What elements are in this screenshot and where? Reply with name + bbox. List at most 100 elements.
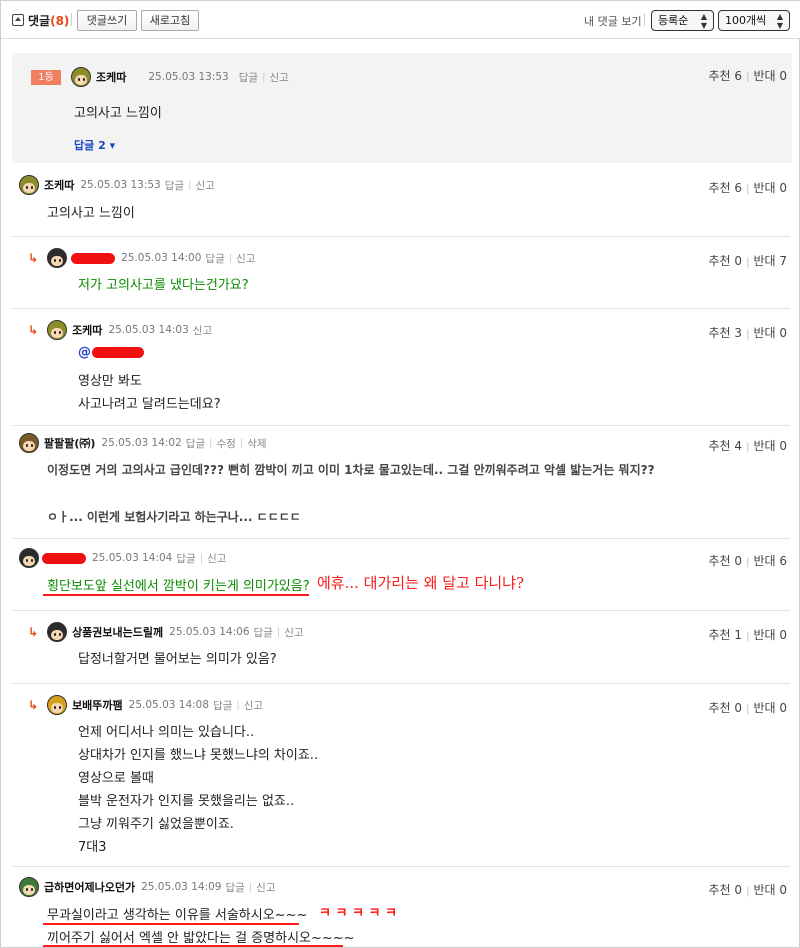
reply-arrow-icon: ↳ — [28, 251, 39, 265]
recommend-label[interactable]: 추천 — [709, 883, 731, 897]
avatar-icon[interactable] — [19, 548, 39, 568]
avatar-icon[interactable] — [47, 248, 68, 268]
recommend-count: 0 — [734, 883, 743, 897]
reply-link[interactable]: 답글 — [176, 551, 195, 566]
select-arrows-icon: ▲ ▼ — [700, 12, 707, 30]
reply-link[interactable]: 답글 — [239, 70, 258, 85]
oppose-label[interactable]: 반대 — [753, 701, 775, 715]
comment-meta: 25.05.03 14:04 답글 | 신고 — [19, 548, 226, 568]
comment-text: 블박 운전자가 인지를 못했을리는 없죠.. — [78, 794, 295, 809]
reply-link[interactable]: 답글 — [213, 698, 232, 713]
vote-counts: 추천 0 | 반대 6 — [708, 554, 788, 568]
comment-text: 7대3 — [78, 840, 107, 855]
recommend-label[interactable]: 추천 — [709, 701, 731, 715]
reply-link[interactable]: 답글 — [186, 436, 205, 451]
refresh-button[interactable]: 새로고침 — [141, 10, 199, 31]
report-link[interactable]: 신고 — [207, 551, 226, 566]
report-link[interactable]: 신고 — [256, 880, 275, 895]
avatar-icon[interactable] — [47, 695, 68, 715]
my-comments-link[interactable]: 내 댓글 보기 — [584, 13, 642, 29]
avatar-icon[interactable] — [19, 433, 39, 453]
comment-date: 25.05.03 14:00 — [121, 252, 202, 264]
red-underline-annotation — [43, 594, 309, 596]
report-link[interactable]: 신고 — [244, 698, 263, 713]
per-page-select[interactable]: 100개씩 ▲ ▼ — [718, 10, 790, 31]
comment-meta: ↳ 상품권보내는드릴께 25.05.03 14:06 답글 | 신고 — [28, 622, 304, 642]
comment-text: 이정도면 거의 고의사고 급인데??? 뻔히 깜박이 끼고 이미 1차로 물고있… — [47, 463, 655, 477]
recommend-label[interactable]: 추천 — [709, 69, 731, 83]
comment-text: 상대차가 인지를 했느냐 못했느냐의 차이죠.. — [78, 748, 319, 763]
avatar-icon[interactable] — [47, 320, 68, 340]
author-name[interactable]: 조케따 — [44, 177, 74, 193]
oppose-count: 0 — [779, 628, 787, 642]
report-link[interactable]: 신고 — [195, 178, 214, 193]
write-comment-button[interactable]: 댓글쓰기 — [77, 10, 137, 31]
recommend-label[interactable]: 추천 — [709, 254, 731, 268]
divider — [12, 236, 790, 237]
report-link[interactable]: 신고 — [269, 70, 288, 85]
comment-text: 언제 어디서나 의미는 있습니다.. — [78, 725, 255, 740]
author-name[interactable]: 팔팔팔(㈜) — [44, 435, 95, 451]
avatar-icon[interactable] — [19, 175, 39, 195]
recommend-label[interactable]: 추천 — [709, 439, 731, 453]
vote-counts: 추천 0 | 반대 7 — [708, 254, 788, 268]
comment-meta: ↳ 보배뚜까팸 25.05.03 14:08 답글 | 신고 — [28, 695, 263, 715]
avatar-icon[interactable] — [19, 877, 39, 897]
author-name[interactable]: 보배뚜까팸 — [72, 697, 123, 713]
oppose-count: 0 — [779, 181, 787, 195]
comment-date: 25.05.03 14:08 — [128, 699, 210, 711]
red-underline-annotation — [43, 945, 343, 947]
recommend-label[interactable]: 추천 — [709, 326, 731, 340]
reply-link[interactable]: 답글 — [254, 625, 273, 640]
edit-link[interactable]: 수정 — [216, 436, 235, 451]
vote-counts: 추천 0 | 반대 0 — [708, 883, 788, 897]
divider — [12, 610, 790, 611]
oppose-count: 0 — [779, 883, 787, 897]
author-name[interactable]: 상품권보내는드릴께 — [72, 624, 163, 640]
recommend-label[interactable]: 추천 — [709, 554, 731, 568]
oppose-label[interactable]: 반대 — [753, 69, 775, 83]
author-name[interactable]: 급하면어제나오던가 — [44, 879, 135, 895]
comment-text: ㅇㅏ... 이런게 보험사기라고 하는구나... ㄷㄷㄷㄷ — [47, 510, 301, 524]
reply-link[interactable]: 답글 — [225, 880, 244, 895]
divider — [12, 425, 790, 426]
reply-link[interactable]: 답글 — [165, 178, 184, 193]
collapse-toggle-icon[interactable] — [12, 14, 24, 26]
recommend-count: 6 — [734, 69, 743, 83]
report-link[interactable]: 신고 — [236, 251, 255, 266]
replies-toggle[interactable]: 답글 2 ▾ — [74, 137, 115, 153]
recommend-count: 6 — [734, 181, 743, 195]
recommend-label[interactable]: 추천 — [709, 628, 731, 642]
oppose-label[interactable]: 반대 — [753, 181, 775, 195]
comment-text: 끼어주기 싫어서 엑셀 안 밟았다는 걸 증명하시오~~~~ — [47, 931, 355, 946]
delete-link[interactable]: 삭제 — [247, 436, 266, 451]
oppose-label[interactable]: 반대 — [753, 439, 775, 453]
comment-date: 25.05.03 14:06 — [169, 626, 250, 638]
red-underline-annotation — [43, 923, 299, 925]
comment-date: 25.05.03 14:09 — [141, 881, 222, 893]
avatar-icon[interactable] — [71, 67, 91, 87]
oppose-label[interactable]: 반대 — [753, 628, 775, 642]
reply-link[interactable]: 답글 — [205, 251, 224, 266]
mention[interactable]: @ — [78, 345, 144, 360]
sort-select[interactable]: 등록순 ▲ ▼ — [651, 10, 714, 31]
author-name[interactable]: 조케따 — [96, 69, 126, 85]
handwritten-annotation: 에휴... 대가리는 왜 달고 다니냐? — [317, 574, 525, 592]
oppose-label[interactable]: 반대 — [753, 254, 775, 268]
oppose-label[interactable]: 반대 — [753, 326, 775, 340]
recommend-label[interactable]: 추천 — [709, 181, 731, 195]
oppose-label[interactable]: 반대 — [753, 883, 775, 897]
rank-badge: 1등 — [31, 69, 61, 85]
report-link[interactable]: 신고 — [284, 625, 303, 640]
oppose-label[interactable]: 반대 — [753, 554, 775, 568]
comment-panel: 댓글(8) 댓글쓰기 새로고침 내 댓글 보기 등록순 ▲ ▼ 100개씩 ▲ ▼ 1등… — [0, 0, 800, 948]
divider — [12, 538, 790, 539]
comment-title: 댓글(8) — [28, 14, 70, 28]
report-link[interactable]: 신고 — [193, 323, 212, 338]
comment-meta: 팔팔팔(㈜) 25.05.03 14:02 답글 | 수정 | 삭제 — [19, 433, 267, 453]
author-name[interactable]: 조케따 — [72, 322, 102, 338]
redacted-author — [71, 252, 116, 264]
comment-date: 25.05.03 14:03 — [108, 324, 189, 336]
avatar-icon[interactable] — [47, 622, 68, 642]
divider — [12, 683, 790, 684]
